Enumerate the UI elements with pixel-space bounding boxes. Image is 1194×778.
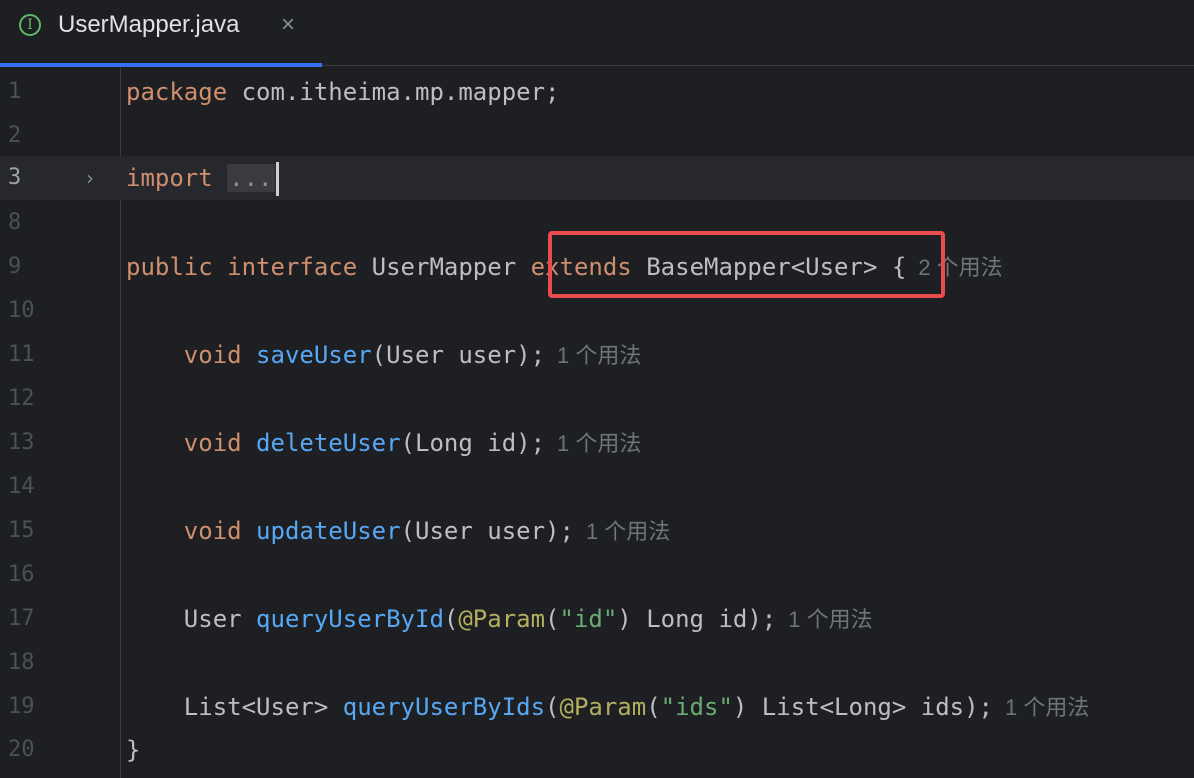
- editor-tab-bar: I UserMapper.java ×: [0, 0, 1194, 67]
- line-number: 2: [8, 123, 22, 148]
- paren: (: [646, 693, 661, 721]
- line-number: 13: [8, 430, 35, 455]
- usages-hint[interactable]: 1 个用法: [586, 519, 670, 544]
- interface-name: UserMapper: [371, 253, 517, 281]
- code-line: 13 void deleteUser(Long id); 1 个用法: [0, 421, 1194, 465]
- line-number: 19: [8, 694, 35, 719]
- return-type: User: [183, 605, 242, 633]
- usages-hint[interactable]: 1 个用法: [557, 343, 641, 368]
- method-name: queryUserByIds: [342, 693, 546, 721]
- keyword: interface: [227, 253, 358, 281]
- code-line: 20 }: [0, 728, 1194, 772]
- line-number: 18: [8, 650, 35, 675]
- code-line-current: 3 › import ...: [0, 156, 1194, 200]
- code-text: }: [126, 728, 140, 772]
- line-number: 15: [8, 518, 35, 543]
- code-line: 1 package com.itheima.mp.mapper;: [0, 70, 1194, 114]
- line-number: 16: [8, 562, 35, 587]
- string-literal: "id": [559, 605, 618, 633]
- keyword: void: [183, 429, 242, 457]
- code-line: 12: [0, 377, 1194, 421]
- code-text: void saveUser(User user); 1 个用法: [126, 333, 642, 377]
- chevron-right-icon[interactable]: ›: [86, 156, 94, 200]
- line-number: 20: [8, 737, 35, 762]
- tab-label: UserMapper.java: [58, 11, 240, 38]
- line-number: 3: [8, 165, 22, 190]
- code-line: 17 User queryUserById(@Param("id") Long …: [0, 597, 1194, 641]
- paren: (: [545, 605, 560, 633]
- code-text: void deleteUser(Long id); 1 个用法: [126, 421, 642, 465]
- usages-hint[interactable]: 1 个用法: [788, 607, 872, 632]
- package-name: com.itheima.mp.mapper;: [227, 78, 560, 106]
- keyword: void: [183, 517, 242, 545]
- paren: ): [617, 605, 632, 633]
- code-line: 2: [0, 114, 1194, 158]
- code-text: package com.itheima.mp.mapper;: [126, 70, 560, 114]
- close-icon[interactable]: ×: [281, 11, 295, 39]
- code-text: List<User> queryUserByIds(@Param("ids") …: [126, 685, 1090, 729]
- code-line: 16: [0, 553, 1194, 597]
- brace: }: [126, 736, 141, 764]
- method-name: updateUser: [256, 517, 401, 545]
- keyword: import: [126, 164, 213, 192]
- code-line: 15 void updateUser(User user); 1 个用法: [0, 509, 1194, 553]
- paren: (: [545, 693, 560, 721]
- method-name: saveUser: [256, 341, 372, 369]
- method-params: Long id);: [631, 605, 777, 633]
- code-text: import ...: [126, 156, 279, 200]
- code-line: 19 List<User> queryUserByIds(@Param("ids…: [0, 685, 1194, 729]
- code-line: 11 void saveUser(User user); 1 个用法: [0, 333, 1194, 377]
- line-number: 1: [8, 79, 22, 104]
- usages-hint[interactable]: 1 个用法: [557, 431, 641, 456]
- code-line: 14: [0, 465, 1194, 509]
- line-number: 10: [8, 298, 35, 323]
- line-number: 9: [8, 254, 22, 279]
- annotation: @Param: [458, 605, 546, 633]
- line-number: 11: [8, 342, 35, 367]
- keyword: void: [183, 341, 242, 369]
- code-text: void updateUser(User user); 1 个用法: [126, 509, 671, 553]
- method-params: (User user);: [400, 517, 574, 545]
- method-params: (User user);: [371, 341, 546, 369]
- paren: (: [443, 605, 459, 633]
- usages-hint[interactable]: 1 个用法: [1005, 695, 1089, 720]
- highlight-box: [548, 231, 945, 298]
- folded-imports[interactable]: ...: [227, 164, 275, 192]
- line-number: 17: [8, 606, 35, 631]
- code-line: 18: [0, 641, 1194, 685]
- paren: ): [732, 693, 748, 721]
- interface-icon: I: [19, 14, 41, 36]
- annotation: @Param: [559, 693, 647, 721]
- method-name: deleteUser: [256, 429, 401, 457]
- string-literal: "ids": [660, 693, 733, 721]
- method-params: List<Long> ids);: [747, 693, 993, 721]
- active-tab-indicator: [0, 63, 322, 67]
- code-text: User queryUserById(@Param("id") Long id)…: [126, 597, 873, 641]
- text-caret: [275, 162, 279, 196]
- line-number: 8: [8, 210, 22, 235]
- keyword: public: [126, 253, 213, 281]
- method-params: (Long id);: [400, 429, 546, 457]
- return-type: List<User>: [183, 693, 329, 721]
- method-name: queryUserById: [256, 605, 444, 633]
- keyword: package: [126, 78, 228, 106]
- line-number: 12: [8, 386, 35, 411]
- tab-usermapper-java[interactable]: I UserMapper.java ×: [0, 0, 322, 67]
- line-number: 14: [8, 474, 35, 499]
